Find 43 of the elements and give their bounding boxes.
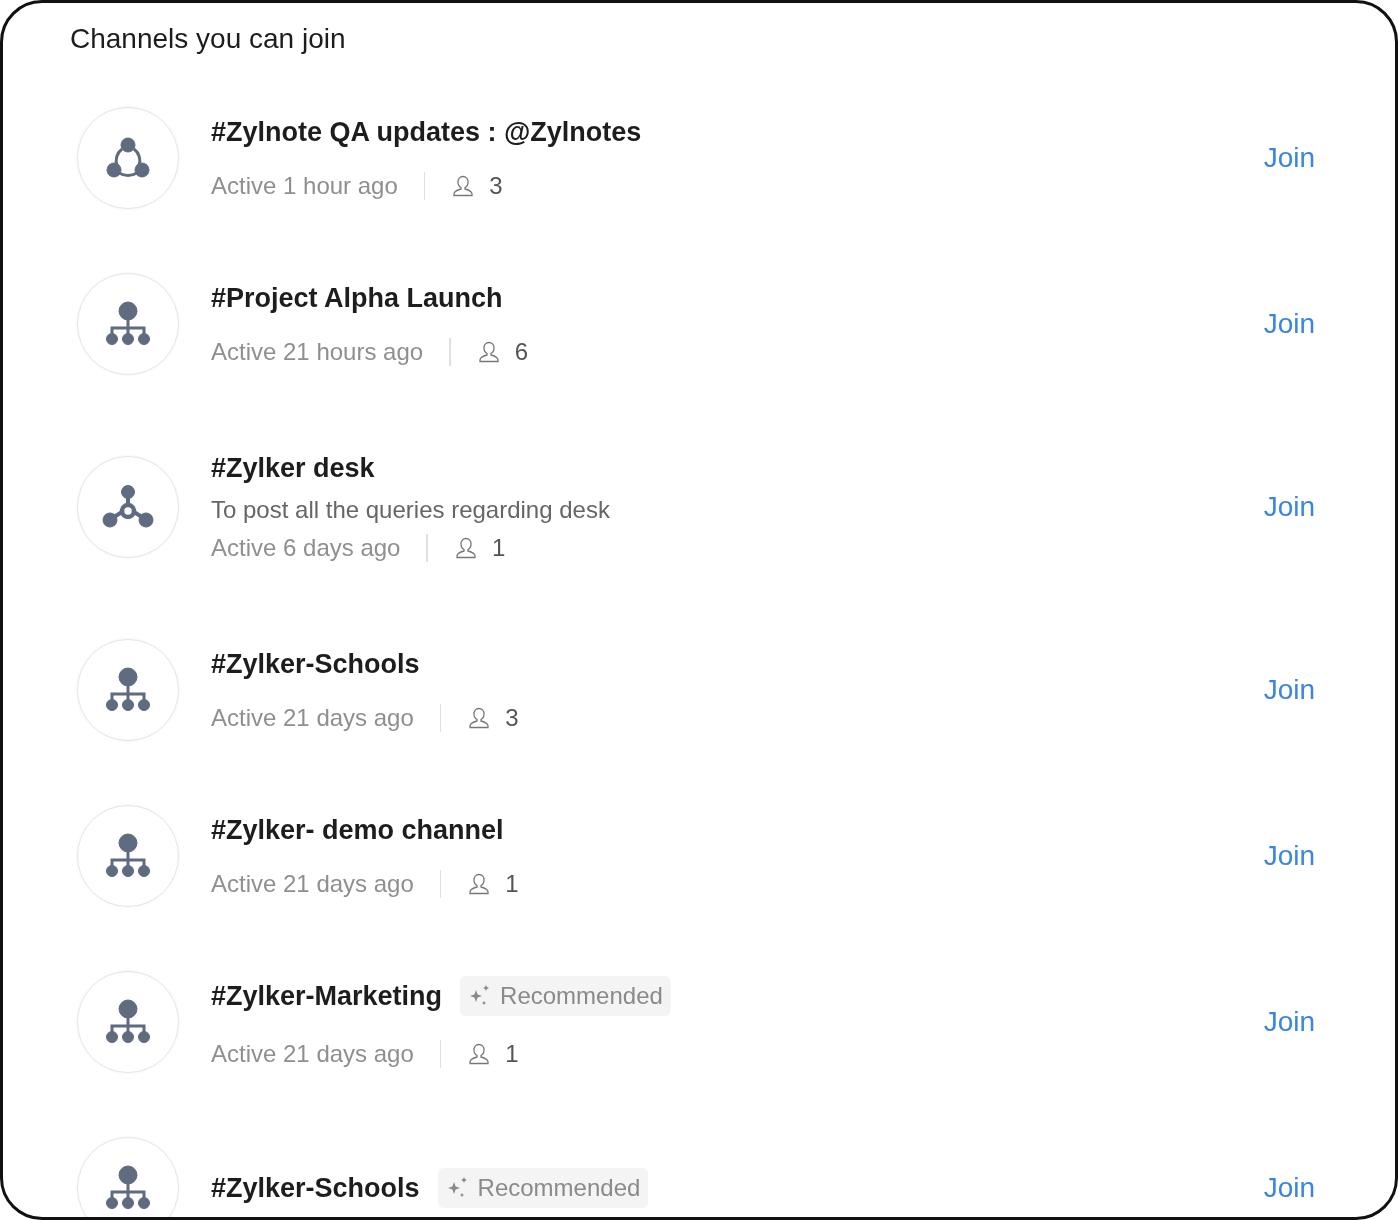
member-count: 3 bbox=[505, 703, 519, 732]
section-title: Channels you can join bbox=[69, 22, 347, 55]
network-icon bbox=[105, 135, 151, 181]
last-active-text: Active 21 days ago bbox=[211, 703, 414, 732]
join-link[interactable]: Join bbox=[1263, 1006, 1315, 1038]
join-link[interactable]: Join bbox=[1263, 1172, 1315, 1204]
channel-description: To post all the queries regarding desk bbox=[211, 495, 610, 524]
person-icon bbox=[453, 535, 478, 560]
channel-name: #Zylker- demo channel bbox=[211, 814, 504, 846]
member-count: 3 bbox=[489, 171, 503, 200]
channel-name: #Zylker-Marketing bbox=[211, 980, 443, 1012]
person-icon bbox=[451, 173, 476, 198]
member-count: 1 bbox=[505, 1040, 519, 1068]
channel-name: #Zylker-Schools bbox=[211, 648, 420, 680]
join-link[interactable]: Join bbox=[1263, 840, 1315, 872]
channel-name: #Zylker-Schools bbox=[211, 1172, 420, 1204]
person-icon bbox=[467, 1042, 492, 1066]
hierarchy-icon bbox=[105, 1165, 151, 1211]
recommended-badge: Recommended bbox=[460, 976, 671, 1016]
join-link[interactable]: Join bbox=[1263, 491, 1315, 523]
person-icon bbox=[467, 871, 492, 896]
hierarchy-icon bbox=[105, 999, 151, 1045]
hierarchy-icon bbox=[105, 301, 151, 347]
hub-icon bbox=[102, 484, 154, 530]
member-count: 6 bbox=[514, 337, 528, 366]
hierarchy-icon bbox=[105, 833, 151, 879]
last-active-text: Active 6 days ago bbox=[211, 533, 401, 562]
join-link[interactable]: Join bbox=[1263, 142, 1315, 174]
last-active-text: Active 1 hour ago bbox=[211, 171, 398, 200]
member-count: 1 bbox=[505, 869, 519, 898]
hierarchy-icon bbox=[105, 667, 151, 713]
join-link[interactable]: Join bbox=[1263, 674, 1315, 706]
channel-name: #Zylnote QA updates : @Zylnotes bbox=[211, 116, 642, 148]
channel-name: #Project Alpha Launch bbox=[211, 282, 503, 314]
join-link[interactable]: Join bbox=[1263, 308, 1315, 340]
person-icon bbox=[476, 339, 501, 364]
person-icon bbox=[467, 705, 492, 730]
channel-name: #Zylker desk bbox=[211, 452, 375, 484]
last-active-text: Active 21 hours ago bbox=[211, 337, 424, 366]
last-active-text: Active 21 days ago bbox=[211, 1040, 414, 1068]
last-active-text: Active 21 days ago bbox=[211, 869, 414, 898]
member-count: 1 bbox=[491, 533, 506, 562]
recommended-badge: Recommended bbox=[437, 1168, 649, 1208]
